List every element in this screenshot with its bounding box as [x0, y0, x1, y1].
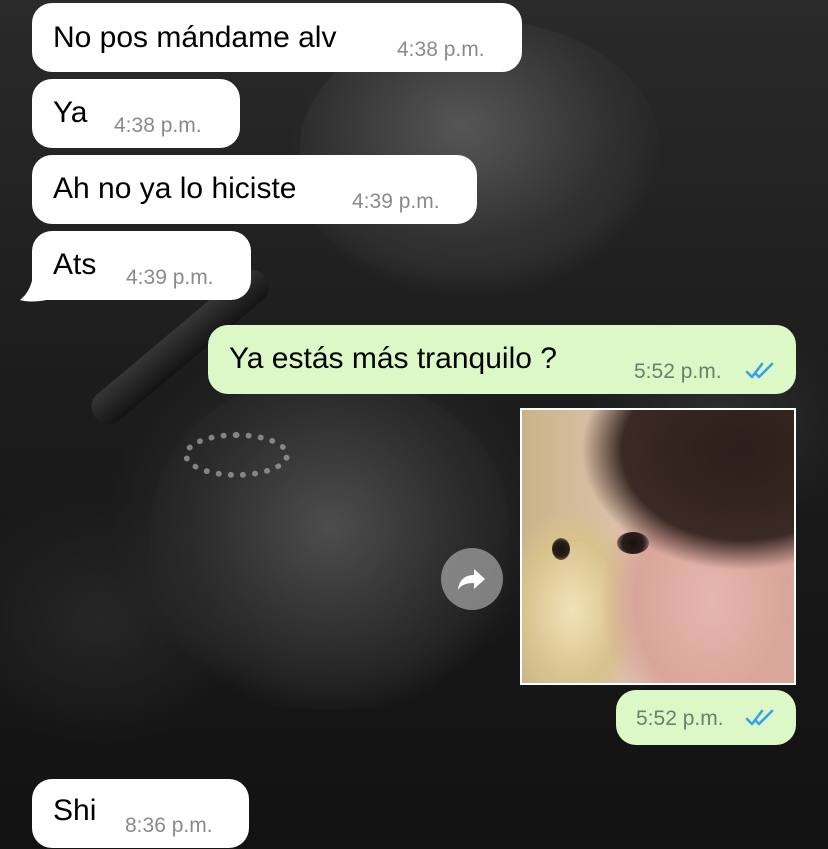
message-bubble-outgoing[interactable]: Ya estás más tranquilo ? 5:52 p.m. [208, 325, 796, 394]
message-time: 4:39 p.m. [352, 190, 440, 213]
message-time: 5:52 p.m. [634, 360, 722, 383]
message-text: No pos mándame alv [53, 21, 337, 54]
message-time: 4:38 p.m. [397, 38, 485, 61]
message-time: 4:39 p.m. [126, 266, 214, 289]
sticker-image[interactable] [520, 408, 796, 685]
message-text: Ya estás más tranquilo ? [229, 342, 557, 375]
message-bubble-incoming[interactable]: Ah no ya lo hiciste 4:39 p.m. [32, 155, 477, 224]
message-bubble-incoming[interactable]: Shi 8:36 p.m. [32, 779, 249, 848]
message-time: 5:52 p.m. [636, 707, 724, 730]
sticker-eye [552, 538, 570, 560]
double-check-icon [745, 362, 774, 379]
message-text: Ya [53, 96, 88, 129]
message-text: Ah no ya lo hiciste [53, 172, 297, 205]
double-check-icon [745, 709, 774, 726]
forward-button[interactable] [441, 548, 503, 610]
sticker-eye [617, 532, 649, 554]
forward-arrow-icon [458, 569, 485, 590]
wallpaper-arm-shape [150, 380, 510, 710]
message-bubble-incoming[interactable]: Ya 4:38 p.m. [32, 79, 240, 148]
message-text: Ats [53, 248, 97, 281]
message-bubble-outgoing-timestamp[interactable]: 5:52 p.m. [616, 690, 796, 745]
message-time: 8:36 p.m. [125, 814, 213, 837]
message-text: Shi [53, 794, 97, 827]
wallpaper-bracelet-shape [183, 432, 290, 478]
message-bubble-incoming[interactable]: No pos mándame alv 4:38 p.m. [32, 3, 522, 72]
message-bubble-incoming[interactable]: Ats 4:39 p.m. [32, 231, 251, 300]
message-time: 4:38 p.m. [114, 114, 202, 137]
